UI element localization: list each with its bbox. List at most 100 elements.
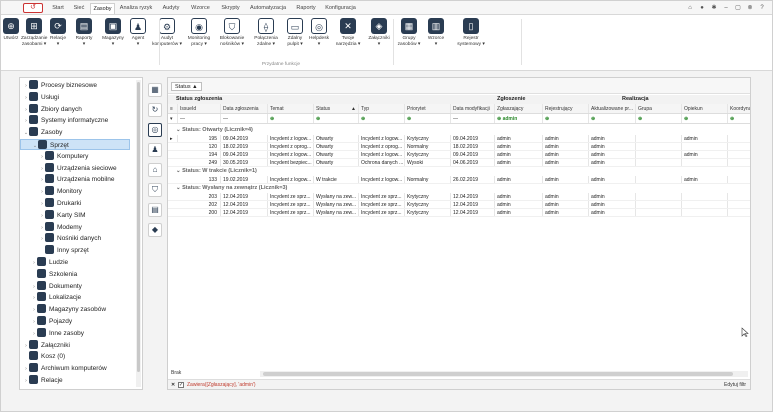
table-cell[interactable] xyxy=(728,201,750,208)
table-cell[interactable]: admin xyxy=(543,176,589,183)
table-cell[interactable]: admin xyxy=(543,201,589,208)
table-cell[interactable]: admin xyxy=(495,135,543,142)
table-cell[interactable]: Incydent z oprog... xyxy=(359,143,405,150)
table-cell[interactable]: Wysłany na zew... xyxy=(314,193,359,200)
table-cell[interactable]: Krytyczny xyxy=(405,135,451,142)
table-cell[interactable]: admin xyxy=(682,151,728,158)
tag-icon[interactable]: ◆ xyxy=(148,223,162,237)
table-cell[interactable]: 19.02.2019 xyxy=(221,176,268,183)
column-header[interactable]: Opiekun xyxy=(682,104,728,113)
table-cell[interactable]: Otwarty xyxy=(314,151,359,158)
filter-cell[interactable]: ⊕ xyxy=(268,114,314,123)
ribbon-button-4[interactable]: ▣ Magazyny ▾ xyxy=(99,17,127,61)
table-cell[interactable]: 12.04.2019 xyxy=(221,201,268,208)
column-header[interactable]: Priorytet xyxy=(405,104,451,113)
tree-item[interactable]: › Urządzenia sieciowe xyxy=(20,162,117,174)
ribbon-button-8[interactable]: ⛉ Blokowanie nośników ▾ xyxy=(215,17,249,61)
group-row[interactable]: ⌄ Status: Otwarty (Licznik=4) xyxy=(168,126,750,134)
clear-filter-icon[interactable]: ✕ xyxy=(171,380,175,389)
tab-0[interactable]: Start xyxy=(48,3,68,14)
table-cell[interactable]: 12.04.2019 xyxy=(221,209,268,216)
table-cell[interactable]: admin xyxy=(589,176,636,183)
column-header[interactable]: Grupa xyxy=(636,104,682,113)
filter-cell[interactable]: ⊕ xyxy=(314,114,359,123)
app-menu-button[interactable]: ↺ xyxy=(23,3,43,13)
ribbon-button-13[interactable]: ◈ Załączniki ▾ xyxy=(365,17,393,61)
table-cell[interactable]: Krytyczny xyxy=(405,193,451,200)
tree-item[interactable]: › Dokumenty xyxy=(20,280,82,292)
table-cell[interactable]: admin xyxy=(589,193,636,200)
column-header[interactable]: Status ▲ xyxy=(314,104,359,113)
filter-expression[interactable]: Zawiera([Zgłaszający], 'admin') xyxy=(187,380,256,389)
tree-item[interactable]: ⌄ Zasoby xyxy=(20,127,62,138)
ribbon-button-16[interactable]: ▯ Rejestr systemowy ▾ xyxy=(451,17,491,61)
home-icon[interactable]: ⌂ xyxy=(148,163,162,177)
column-header[interactable]: Rejestrujący xyxy=(543,104,589,113)
group-row[interactable]: ⌄ Status: Wysłany na zewnątrz (Licznik=3… xyxy=(168,184,750,192)
tab-5[interactable]: Wzorce xyxy=(187,3,214,14)
table-cell[interactable]: Normalny xyxy=(405,176,451,183)
table-cell[interactable]: admin xyxy=(682,135,728,142)
table-cell[interactable]: Krytyczny xyxy=(405,201,451,208)
ribbon-button-2[interactable]: ⟳ Relacje ▾ xyxy=(47,17,69,61)
tree-item[interactable]: › Drukarki xyxy=(20,198,81,209)
table-row[interactable]: 194 09.04.2019 Incydent z logow... Otwarty I… xyxy=(168,151,750,159)
ribbon-button-7[interactable]: ◉ Monitoring pracy ▾ xyxy=(184,17,214,61)
tab-4[interactable]: Audyty xyxy=(158,3,184,14)
calculator-icon[interactable]: ▦ xyxy=(148,83,162,97)
filter-enabled-checkbox[interactable]: ✓ xyxy=(178,382,184,388)
tree-item[interactable]: › Załączniki xyxy=(20,339,70,351)
table-row[interactable]: 203 12.04.2019 Incydent ze sprz... Wysłany … xyxy=(168,193,750,201)
table-cell[interactable]: Otwarty xyxy=(314,135,359,142)
help-icon[interactable]: ? xyxy=(758,4,766,12)
tree-item[interactable]: › Usługi xyxy=(20,91,59,103)
tree-item[interactable]: › Ludzie xyxy=(20,257,68,268)
table-cell[interactable] xyxy=(636,193,682,200)
maximize-icon[interactable]: ▢ xyxy=(734,4,742,12)
tree-item[interactable]: › Nośniki danych xyxy=(20,233,101,244)
table-cell[interactable]: Incydent ze sprz... xyxy=(268,193,314,200)
table-cell[interactable] xyxy=(682,209,728,216)
tree-item[interactable]: › Komputery xyxy=(20,150,88,162)
tab-8[interactable]: Raporty xyxy=(293,3,319,14)
table-cell[interactable]: Incydent z oprog... xyxy=(268,143,314,150)
lifebuoy-icon[interactable]: ◎ xyxy=(148,123,162,137)
tree-scrollbar-thumb[interactable] xyxy=(137,82,140,372)
table-cell[interactable]: Incydent z logow... xyxy=(359,176,405,183)
table-cell[interactable] xyxy=(636,159,682,166)
table-cell[interactable]: Wysłany na zew... xyxy=(314,209,359,216)
table-cell[interactable]: Krytyczny xyxy=(405,151,451,158)
table-cell[interactable] xyxy=(728,159,750,166)
table-cell[interactable]: 12.04.2019 xyxy=(451,193,495,200)
filter-cell[interactable]: ⊕ xyxy=(589,114,636,123)
ribbon-button-6[interactable]: ⚙ Audyt komputerów ▾ xyxy=(151,17,183,61)
ribbon-button-15[interactable]: ▥ Wzorce ▾ xyxy=(423,17,449,61)
table-cell[interactable]: admin xyxy=(495,176,543,183)
document-icon[interactable]: ▤ xyxy=(148,203,162,217)
column-header[interactable]: Data zgłoszenia xyxy=(221,104,268,113)
column-header[interactable]: Temat xyxy=(268,104,314,113)
ribbon-button-10[interactable]: ▭ Zdalny pulpit ▾ xyxy=(283,17,307,61)
table-cell[interactable]: admin xyxy=(589,159,636,166)
user-icon[interactable]: ● xyxy=(698,4,706,12)
table-cell[interactable]: admin xyxy=(495,201,543,208)
issues-grid[interactable]: Status ▲ Status zgłoszenia Zgłoszenie Re… xyxy=(167,77,751,390)
filter-cell[interactable]: ⊕ xyxy=(543,114,589,123)
tree-item[interactable]: › Urządzenia mobilne xyxy=(20,174,114,185)
filter-cell[interactable]: ⊕ xyxy=(636,114,682,123)
table-cell[interactable]: admin xyxy=(495,193,543,200)
tree-item[interactable]: Kosz (0) xyxy=(20,351,65,362)
table-cell[interactable] xyxy=(728,143,750,150)
table-row[interactable]: 200 12.04.2019 Incydent ze sprz... Wysłany … xyxy=(168,209,750,217)
table-cell[interactable]: admin xyxy=(589,135,636,142)
table-cell[interactable] xyxy=(728,176,750,183)
table-cell[interactable]: 09.04.2019 xyxy=(451,151,495,158)
ribbon-button-9[interactable]: ⟠ Połączenia zdalne ▾ xyxy=(251,17,281,61)
table-cell[interactable]: Ochrona danych ... xyxy=(359,159,405,166)
table-cell[interactable]: Incydent z logow... xyxy=(359,135,405,142)
table-cell[interactable] xyxy=(636,143,682,150)
table-cell[interactable]: 194 xyxy=(178,151,221,158)
ribbon-button-0[interactable]: ⊕ Utwórz xyxy=(3,17,19,61)
table-cell[interactable]: 195 xyxy=(178,135,221,142)
table-cell[interactable]: Incydent z logow... xyxy=(268,176,314,183)
